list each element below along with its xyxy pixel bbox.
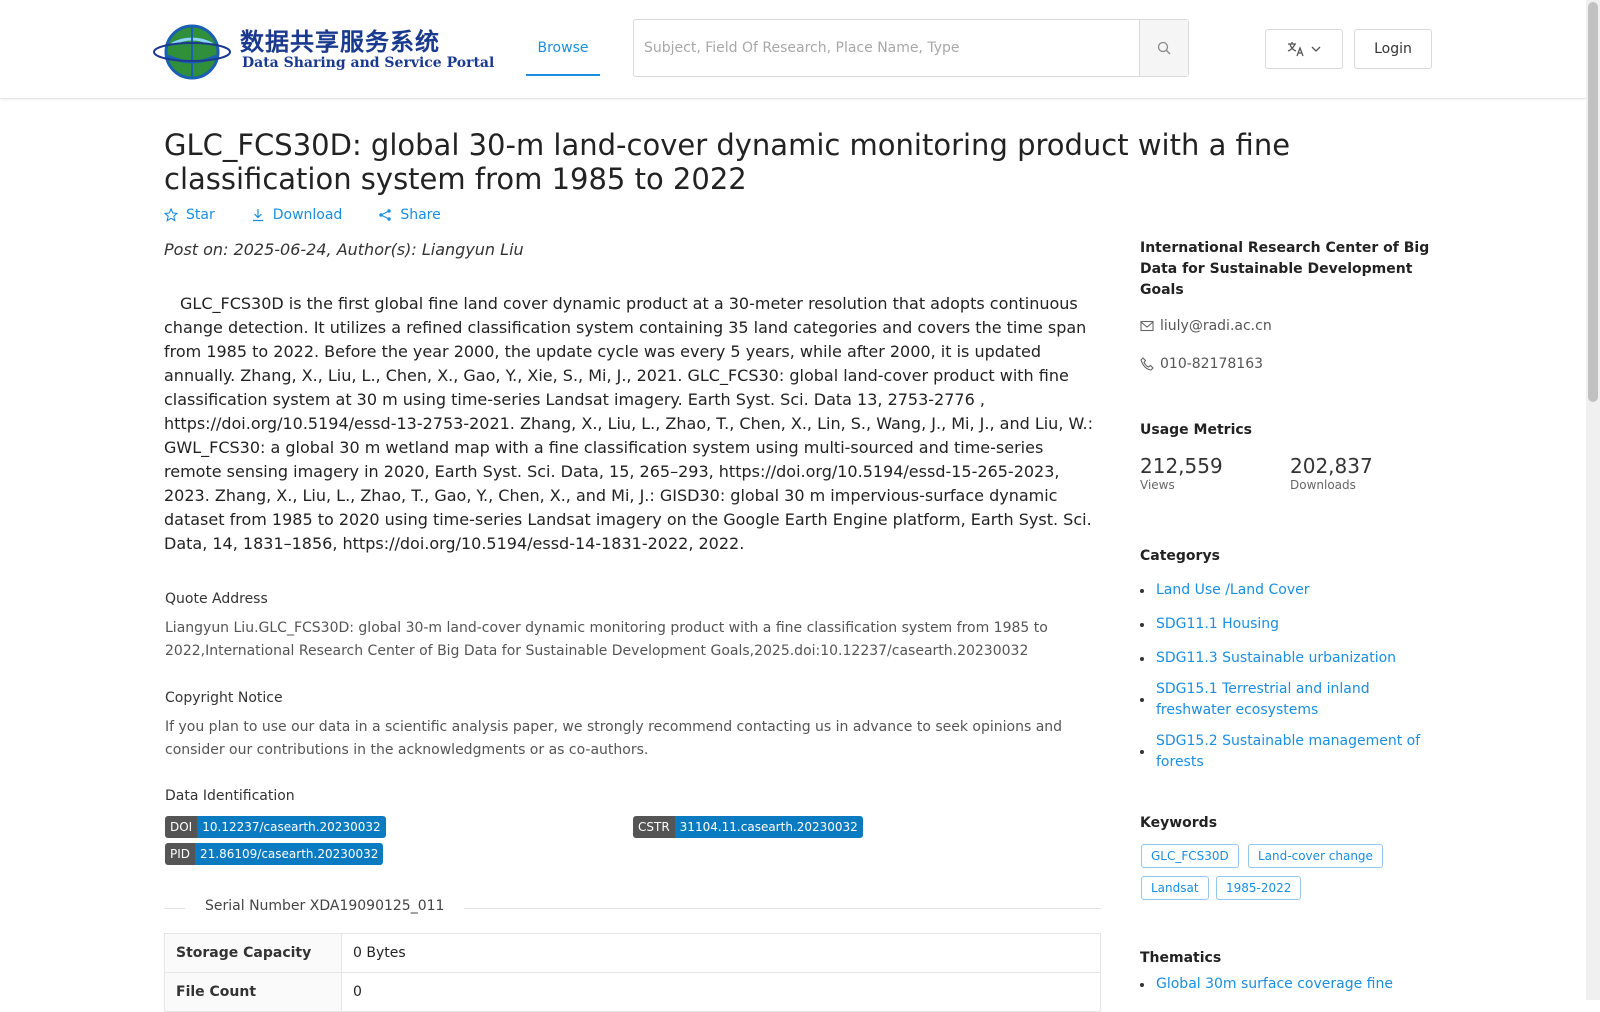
share-icon — [379, 209, 392, 221]
keyword-tag[interactable]: GLC_FCS30D — [1141, 844, 1239, 868]
table-row-key: File Count — [164, 972, 342, 1012]
categories-list: Land Use /Land Cover SDG11.1 Housing SDG… — [1140, 580, 1440, 773]
downloads-label: Downloads — [1290, 478, 1356, 492]
chevron-down-icon — [1311, 46, 1321, 52]
keyword-tag[interactable]: Land-cover change — [1248, 844, 1383, 868]
search-button[interactable] — [1139, 20, 1188, 76]
table-row: Storage Capacity 0 Bytes — [164, 933, 1101, 973]
download-icon — [252, 209, 263, 222]
categories-title: Categorys — [1140, 548, 1220, 564]
login-button[interactable]: Login — [1354, 29, 1432, 69]
table-row-value: 0 Bytes — [341, 933, 1101, 973]
doi-badge-value: 10.12237/casearth.20230032 — [197, 816, 386, 838]
views-label: Views — [1140, 478, 1175, 492]
globe-logo-icon — [153, 24, 231, 80]
share-button[interactable]: Share — [378, 207, 441, 223]
quote-address-label: Quote Address — [165, 591, 268, 607]
thematic-link[interactable]: Global 30m surface coverage fine — [1140, 974, 1440, 995]
site-logo[interactable]: 数据共享服务系统 Data Sharing and Service Portal — [152, 20, 494, 80]
category-link[interactable]: SDG11.3 Sustainable urbanization — [1140, 648, 1440, 669]
cstr-badge-key: CSTR — [633, 816, 675, 838]
table-row-key: Storage Capacity — [164, 933, 342, 973]
search-icon — [1157, 41, 1171, 55]
share-label: Share — [400, 207, 441, 223]
serial-number: Serial Number XDA19090125_011 — [185, 898, 465, 914]
translate-icon — [1287, 42, 1304, 57]
top-header: 数据共享服务系统 Data Sharing and Service Portal… — [0, 0, 1586, 99]
category-link[interactable]: Land Use /Land Cover — [1140, 580, 1440, 601]
thematics-title: Thematics — [1140, 950, 1222, 966]
contact-email-text: liuly@radi.ac.cn — [1160, 318, 1272, 334]
nav-browse-tab[interactable]: Browse — [526, 22, 600, 76]
language-selector-button[interactable] — [1265, 29, 1343, 69]
search-bar — [633, 19, 1189, 77]
star-label: Star — [186, 207, 215, 223]
contact-phone-text: 010-82178163 — [1160, 356, 1264, 372]
search-input[interactable] — [634, 20, 1140, 76]
logo-title-cn: 数据共享服务系统 — [240, 28, 440, 56]
contact-email[interactable]: liuly@radi.ac.cn — [1140, 318, 1440, 334]
data-identification-label: Data Identification — [165, 788, 295, 804]
thematics-list: Global 30m surface coverage fine — [1140, 974, 1440, 995]
page-scrollbar[interactable] — [1586, 0, 1600, 1000]
post-meta: Post on: 2025-06-24, Author(s): Liangyun… — [164, 240, 524, 259]
pid-badge-value: 21.86109/casearth.20230032 — [195, 843, 384, 865]
category-link[interactable]: SDG15.2 Sustainable management of forest… — [1140, 731, 1440, 773]
table-row: File Count 0 — [164, 972, 1101, 1012]
star-button[interactable]: Star — [164, 207, 215, 223]
mail-icon — [1140, 320, 1154, 332]
copyright-notice-text: If you plan to use our data in a scienti… — [165, 719, 1063, 758]
organization-name: International Research Center of Big Dat… — [1140, 240, 1430, 298]
scrollbar-thumb[interactable] — [1588, 2, 1598, 402]
pid-badge[interactable]: PID 21.86109/casearth.20230032 — [165, 843, 384, 865]
pid-badge-key: PID — [165, 843, 196, 865]
keyword-tag[interactable]: 1985-2022 — [1216, 876, 1302, 900]
downloads-count: 202,837 — [1290, 454, 1373, 478]
views-metric: 212,559 Views — [1140, 454, 1280, 492]
dataset-description: GLC_FCS30D is the first global fine land… — [164, 294, 1093, 553]
article-actions: Star Download Share — [164, 207, 441, 223]
contact-phone: 010-82178163 — [1140, 356, 1440, 372]
table-row-value: 0 — [341, 972, 1101, 1012]
downloads-metric: 202,837 Downloads — [1290, 454, 1430, 492]
category-link[interactable]: SDG15.1 Terrestrial and inland freshwate… — [1140, 679, 1440, 721]
cstr-badge[interactable]: CSTR 31104.11.casearth.20230032 — [633, 816, 863, 838]
phone-icon — [1140, 357, 1154, 371]
download-label: Download — [272, 207, 343, 223]
doi-badge-key: DOI — [165, 816, 198, 838]
star-icon — [164, 208, 178, 222]
usage-metrics-title: Usage Metrics — [1140, 422, 1252, 438]
category-link[interactable]: SDG11.1 Housing — [1140, 614, 1440, 635]
copyright-notice-label: Copyright Notice — [165, 690, 283, 706]
cstr-badge-value: 31104.11.casearth.20230032 — [674, 816, 863, 838]
download-button[interactable]: Download — [251, 207, 343, 223]
quote-address-text: Liangyun Liu.GLC_FCS30D: global 30-m lan… — [165, 620, 1048, 659]
views-count: 212,559 — [1140, 454, 1223, 478]
logo-title-en: Data Sharing and Service Portal — [242, 55, 495, 71]
keywords-title: Keywords — [1140, 815, 1218, 831]
keyword-tag[interactable]: Landsat — [1141, 876, 1209, 900]
doi-badge[interactable]: DOI 10.12237/casearth.20230032 — [165, 816, 386, 838]
dataset-meta-table: Storage Capacity 0 Bytes File Count 0 — [164, 933, 1101, 1012]
page-title: GLC_FCS30D: global 30-m land-cover dynam… — [164, 128, 1291, 196]
